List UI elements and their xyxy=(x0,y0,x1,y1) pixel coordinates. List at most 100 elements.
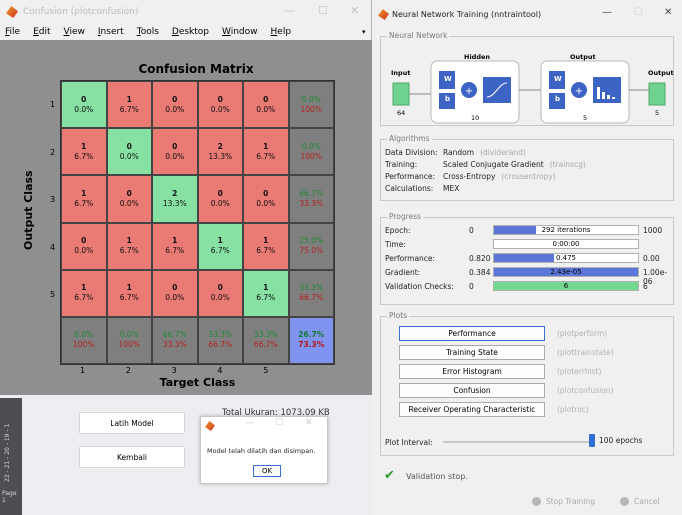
progress-bar-fill xyxy=(494,254,555,262)
plot-interval-thumb[interactable] xyxy=(589,434,595,447)
cell-percent: 0.0% xyxy=(119,198,139,208)
algorithm-function: (dividerand) xyxy=(480,148,526,157)
cell-percent: 66.7% xyxy=(299,293,324,303)
maximize-icon[interactable]: ☐ xyxy=(634,7,643,18)
page-label: Page 1 xyxy=(2,490,17,504)
cell-count: 1 xyxy=(263,141,269,151)
menu-item-file[interactable]: File xyxy=(5,27,20,37)
output-b-label: b xyxy=(555,95,561,103)
cell-count: 1 xyxy=(81,141,87,151)
stop-training-button[interactable]: Stop Training xyxy=(532,494,606,509)
cell-percent: 75.0% xyxy=(299,246,324,256)
close-icon[interactable]: ✕ xyxy=(664,7,672,18)
progress-start: 0 xyxy=(469,282,474,291)
plot-button-error-histogram[interactable]: Error Histogram xyxy=(399,364,545,379)
minimize-icon[interactable]: — xyxy=(245,418,254,428)
output-w-label: W xyxy=(554,75,562,83)
plot-function: (ploterrhist) xyxy=(557,367,602,376)
input-label: Input xyxy=(391,69,411,77)
cancel-icon xyxy=(620,497,629,506)
menu-overflow-icon[interactable]: ▾ xyxy=(362,28,366,36)
cell-count: 1 xyxy=(126,283,132,293)
cell-percent: 0.0% xyxy=(165,293,185,303)
matrix-cell: 1 6.7% xyxy=(243,128,289,176)
matrix-cell: 0 0.0% xyxy=(152,128,198,176)
menu-item-tools[interactable]: Tools xyxy=(137,27,159,37)
cell-percent: 6.7% xyxy=(74,151,94,161)
progress-key: Gradient: xyxy=(385,268,421,277)
plot-button-training-state[interactable]: Training State xyxy=(399,345,545,360)
matrix-cell: 2 13.3% xyxy=(152,175,198,223)
progress-end: 1000 xyxy=(643,226,663,235)
cell-count: 0.0% xyxy=(301,94,321,104)
matlab-logo-icon xyxy=(205,421,215,431)
cell-count: 1 xyxy=(126,236,132,246)
progress-bar: 6 xyxy=(493,281,639,291)
cell-percent: 73.3% xyxy=(298,340,325,350)
plot-interval-label: Plot Interval: xyxy=(385,438,433,447)
matrix-cell: 0 0.0% xyxy=(106,175,152,223)
cell-percent: 6.7% xyxy=(210,246,230,256)
back-button[interactable]: Kembali xyxy=(79,446,185,468)
train-model-button[interactable]: Latih Model xyxy=(79,412,185,434)
menu-item-insert[interactable]: Insert xyxy=(98,27,124,37)
matrix-cell: 33.3% 66.7% xyxy=(288,269,334,317)
plot-interval-slider[interactable] xyxy=(443,441,593,443)
matrix-cell: 33.3% 66.7% xyxy=(243,316,289,364)
close-icon[interactable]: ✕ xyxy=(350,4,359,17)
cell-percent: 0.0% xyxy=(74,104,94,114)
progress-start: 0.384 xyxy=(469,268,491,277)
message-dialog: — ☐ ✕ Model telah dilatih dan disimpan. … xyxy=(200,416,328,484)
left-strip: 22 - 21 - 20 - 19 - 1 Page 1 xyxy=(0,398,22,515)
row-label: 5 xyxy=(50,290,56,299)
matrix-cell: 1 6.7% xyxy=(106,81,152,129)
minimize-icon[interactable]: — xyxy=(284,4,295,17)
cell-count: 33.3% xyxy=(299,283,324,293)
progress-start: 0.820 xyxy=(469,254,491,263)
cell-percent: 6.7% xyxy=(119,246,139,256)
cell-percent: 100% xyxy=(300,151,322,161)
menu-item-window[interactable]: Window xyxy=(222,27,258,37)
matrix-cell: 0 0.0% xyxy=(197,175,243,223)
cancel-label: Cancel xyxy=(634,497,660,506)
cell-count: 0 xyxy=(172,141,178,151)
stop-icon xyxy=(532,497,541,506)
algorithm-value-text: MEX xyxy=(443,184,460,193)
plot-button-confusion[interactable]: Confusion xyxy=(399,383,545,398)
cell-count: 1 xyxy=(81,188,87,198)
cell-percent: 0.0% xyxy=(210,293,230,303)
algorithms-label: Algorithms xyxy=(387,134,432,143)
row-label: 1 xyxy=(50,100,56,109)
status-text: Validation stop. xyxy=(406,472,468,481)
cancel-button[interactable]: Cancel xyxy=(620,494,678,509)
progress-bar-value: 2.43e-05 xyxy=(550,268,582,276)
matrix-cell: 0 0.0% xyxy=(61,222,107,270)
column-label: 3 xyxy=(171,366,177,375)
cell-percent: 0.0% xyxy=(210,104,230,114)
menu-item-help[interactable]: Help xyxy=(271,27,292,37)
matrix-cell: 0.0% 100% xyxy=(61,316,107,364)
menu-item-view[interactable]: View xyxy=(64,27,85,37)
output-label: Output xyxy=(648,69,674,77)
matrix-cell: 0.0% 100% xyxy=(288,81,334,129)
close-icon[interactable]: ✕ xyxy=(305,418,313,428)
ok-button[interactable]: OK xyxy=(253,465,281,477)
cell-count: 26.7% xyxy=(298,330,325,340)
menu-item-edit[interactable]: Edit xyxy=(33,27,50,37)
plot-button-performance[interactable]: Performance xyxy=(399,326,545,341)
cell-count: 2 xyxy=(217,141,223,151)
cell-percent: 100% xyxy=(73,340,95,350)
cell-count: 1 xyxy=(217,236,223,246)
plot-button-receiver-operating-characteristic[interactable]: Receiver Operating Characteristic xyxy=(399,402,545,417)
minimize-icon[interactable]: — xyxy=(602,7,612,18)
maximize-icon[interactable]: ☐ xyxy=(318,4,328,17)
column-label: 5 xyxy=(263,366,269,375)
progress-bar: 292 iterations xyxy=(493,225,639,235)
matlab-logo-icon xyxy=(6,6,18,18)
hidden-size: 10 xyxy=(471,114,480,122)
menu-item-desktop[interactable]: Desktop xyxy=(172,27,209,37)
algorithm-value-text: Random xyxy=(443,148,475,157)
cell-count: 1 xyxy=(172,236,178,246)
matrix-cell: 1 6.7% xyxy=(61,269,107,317)
maximize-icon[interactable]: ☐ xyxy=(275,418,283,428)
